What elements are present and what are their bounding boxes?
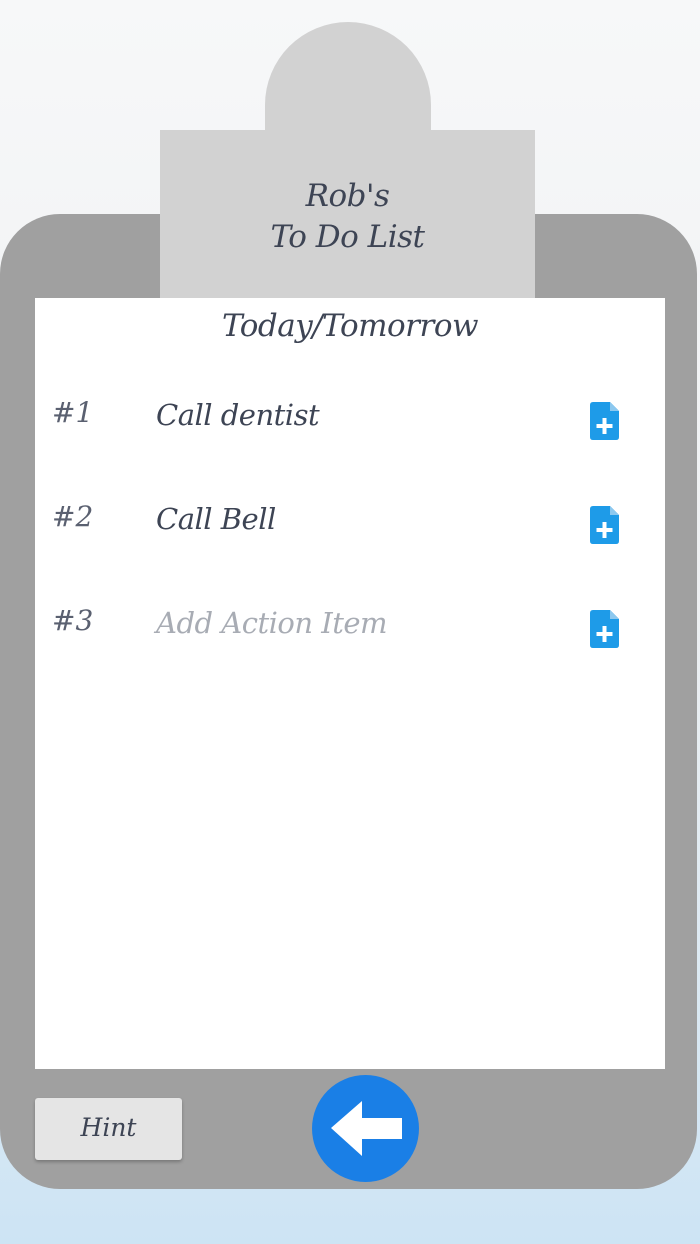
add-document-icon[interactable] [590,402,622,440]
section-title: Today/Tomorrow [221,308,479,344]
add-document-icon[interactable] [590,506,622,544]
back-button[interactable] [312,1075,419,1182]
item-text[interactable]: Call dentist [156,398,320,432]
add-action-item-input[interactable]: Add Action Item [156,606,388,640]
hint-button[interactable]: Hint [35,1098,182,1160]
item-number: #1 [52,396,94,429]
app-title-line1: Rob's [305,178,390,214]
app-title-line2: To Do List [270,219,425,255]
arrow-left-icon [331,1101,402,1156]
item-number: #2 [52,500,94,533]
item-text[interactable]: Call Bell [156,502,276,536]
list-item: #3 Add Action Item [35,604,665,674]
list-item: #1 Call dentist [35,396,665,466]
app-title: Rob's To Do List [160,176,535,258]
item-number: #3 [52,604,94,637]
list-item: #2 Call Bell [35,500,665,570]
add-document-icon[interactable] [590,610,622,648]
